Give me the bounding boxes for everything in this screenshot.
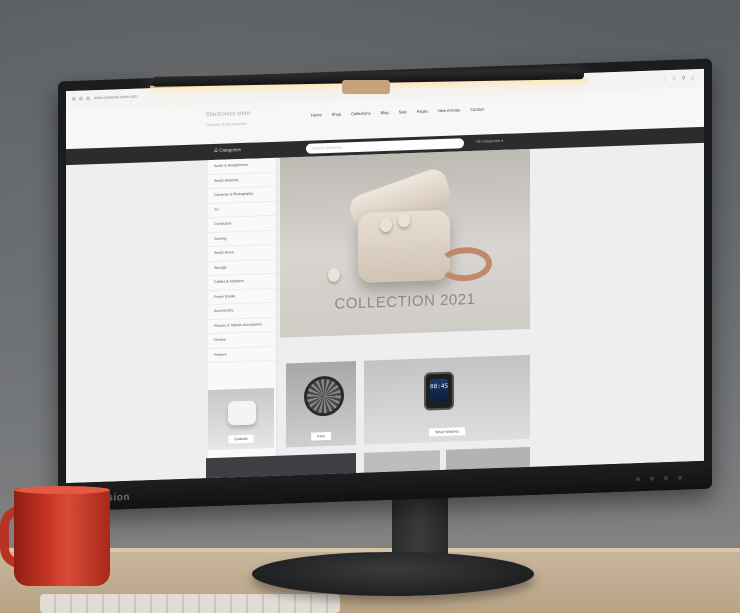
case-strap xyxy=(438,246,492,283)
product-tile-smartwatch[interactable]: 08:45 Smart Watches xyxy=(364,354,530,445)
watch-face: 08:45 xyxy=(430,378,449,402)
keyboard xyxy=(40,594,340,613)
address-bar[interactable]: www.example-store.com xyxy=(94,94,138,101)
earbud xyxy=(328,267,340,282)
product-tile-fan[interactable]: Fans xyxy=(286,361,356,448)
nav-item-blog[interactable]: Blog xyxy=(381,110,389,115)
search-category-select[interactable]: All categories ▾ xyxy=(476,138,503,144)
nav-item-new-arrivals[interactable]: New Arrivals xyxy=(438,107,460,113)
mug-rim xyxy=(14,486,110,494)
photo-scene: www.example-store.com ⋮ ☆ ⚲ ⌂ Electronic… xyxy=(0,0,740,613)
nav-item-contact[interactable]: Contact xyxy=(470,107,484,112)
red-mug xyxy=(14,488,110,586)
monitor: www.example-store.com ⋮ ☆ ⚲ ⌂ Electronic… xyxy=(58,58,712,512)
nav-item-pages[interactable]: Pages xyxy=(417,108,428,113)
product-tile-earbuds[interactable]: Earbuds xyxy=(208,387,274,451)
site-tagline: Gadgets & accessories xyxy=(206,120,248,128)
watch-time: 08:45 xyxy=(430,382,449,391)
monitor-stand-base xyxy=(252,552,534,596)
sidebar-item[interactable]: Printers xyxy=(208,346,276,364)
hero-title: COLLECTION 2021 xyxy=(334,290,476,313)
nav-item-home[interactable]: Home xyxy=(311,112,322,117)
nav-item-shop[interactable]: Shop xyxy=(332,112,341,117)
tile-label[interactable]: Fans xyxy=(311,431,331,441)
browser-toolbar-icons[interactable]: ⋮ ☆ ⚲ ⌂ xyxy=(662,75,696,82)
monitor-screen: www.example-store.com ⋮ ☆ ⚲ ⌂ Electronic… xyxy=(66,68,704,484)
tile-label[interactable]: Smart Watches xyxy=(429,427,465,437)
main-nav: Home Shop Collections Blog Sale Pages Ne… xyxy=(311,107,484,118)
window-controls[interactable] xyxy=(72,96,90,101)
product-tile[interactable] xyxy=(364,450,440,473)
categories-toggle[interactable]: ☰ Categories xyxy=(214,147,241,154)
hero-banner[interactable]: COLLECTION 2021 xyxy=(280,148,530,338)
monitor-buttons[interactable] xyxy=(636,475,682,482)
nav-item-sale[interactable]: Sale xyxy=(399,109,407,114)
fan-image xyxy=(304,375,344,417)
smartwatch-image: 08:45 xyxy=(424,371,454,411)
site-logo[interactable]: Electronics store xyxy=(206,111,250,119)
tile-label[interactable]: Earbuds xyxy=(228,434,254,444)
nav-item-collections[interactable]: Collections xyxy=(351,111,371,117)
search-placeholder: Search products... xyxy=(312,144,345,151)
earbud-case-image xyxy=(228,400,256,426)
light-bar-clip xyxy=(342,80,390,94)
